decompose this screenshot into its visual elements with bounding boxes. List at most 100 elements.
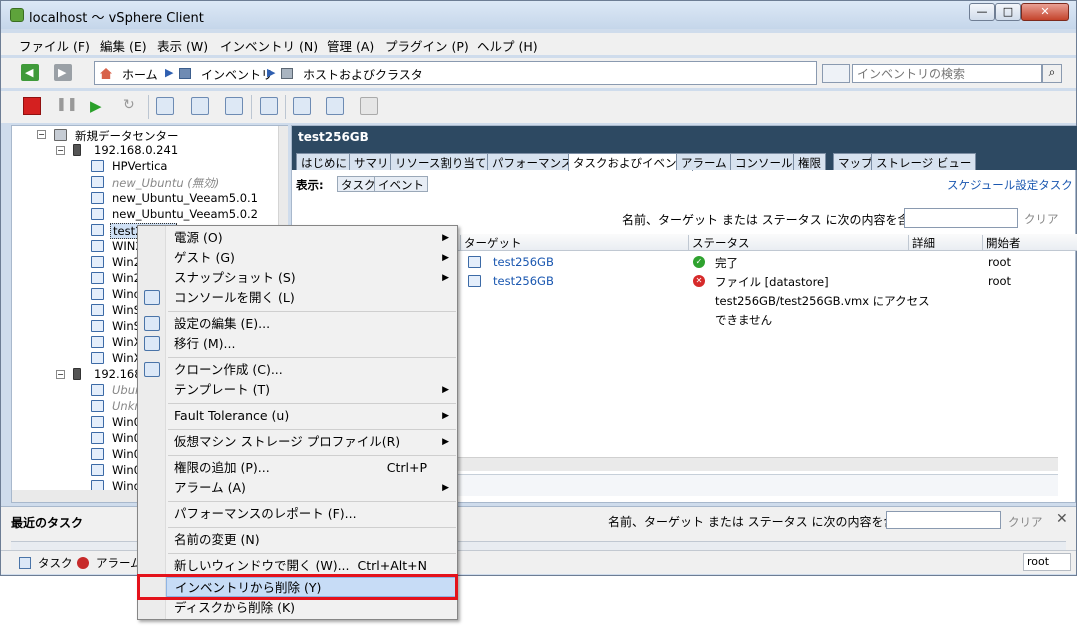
vm-context-menu: 電源 (O) ▶ ゲスト (G) ▶ スナップショット (S) ▶ コンソールを開く … <box>137 225 458 620</box>
column-status[interactable]: ステータス <box>688 235 750 251</box>
filter-input[interactable] <box>904 208 1018 228</box>
menu-delete-from-disk[interactable]: ディスクから削除 (K) <box>166 598 457 618</box>
power-on-icon[interactable]: ▶ <box>90 97 108 115</box>
tab-storage-views[interactable]: ストレージ ビュー <box>871 153 977 170</box>
vm-icon <box>91 464 104 476</box>
tree-datacenter[interactable]: 新規データセンター <box>75 128 179 144</box>
breadcrumb-inventory[interactable]: インベントリ <box>201 66 273 83</box>
tree-vm[interactable]: new_Ubuntu (無効) <box>112 175 219 191</box>
error-icon: ✕ <box>693 275 705 287</box>
snapshot-manager-icon[interactable] <box>225 97 243 115</box>
vm-icon <box>91 304 104 316</box>
breadcrumb-home[interactable]: ホーム <box>122 66 158 83</box>
tree-vm[interactable]: new_Ubuntu_Veeam5.0.1 <box>112 191 258 205</box>
column-target[interactable]: ターゲット <box>460 235 522 251</box>
tab-summary[interactable]: サマリ <box>349 153 394 170</box>
tree-vm[interactable]: new_Ubuntu_Veeam5.0.2 <box>112 207 258 221</box>
menu-performance-report[interactable]: パフォーマンスのレポート (F)... <box>166 504 457 524</box>
status-alarms[interactable]: アラーム <box>96 555 142 571</box>
menu-help[interactable]: ヘルプ (H) <box>477 36 538 55</box>
forward-button[interactable]: ▶ <box>54 64 72 81</box>
menu-power[interactable]: 電源 (O) ▶ <box>166 228 457 248</box>
menu-label: ゲスト (G) <box>174 250 235 265</box>
console-icon[interactable] <box>260 97 278 115</box>
tree-vm[interactable]: HPVertica <box>112 159 167 173</box>
tab-console[interactable]: コンソール <box>730 153 798 170</box>
menu-view[interactable]: 表示 (W) <box>157 36 208 55</box>
recent-clear-button[interactable]: クリア <box>1008 514 1043 530</box>
collapse-icon[interactable]: − <box>56 370 65 379</box>
menu-rename[interactable]: 名前の変更 (N) <box>166 530 457 550</box>
reset-icon[interactable]: ↻ <box>123 97 141 115</box>
view-events-button[interactable]: イベント <box>374 176 428 192</box>
recent-filter-label[interactable]: 名前、ターゲット または ステータス に次の内容を含む: ▾ <box>608 513 921 530</box>
table-horizontal-scrollbar[interactable] <box>458 457 1058 471</box>
menu-file[interactable]: ファイル (F) <box>19 36 90 55</box>
menu-migrate[interactable]: 移行 (M)... <box>166 334 457 354</box>
tab-getting-started[interactable]: はじめに <box>296 153 352 170</box>
column-details[interactable]: 詳細 <box>908 235 935 251</box>
menu-add-permission[interactable]: 権限の追加 (P)... Ctrl+P <box>166 458 457 478</box>
datacenter-icon <box>54 129 67 141</box>
menu-fault-tolerance[interactable]: Fault Tolerance (u) ▶ <box>166 406 457 426</box>
chevron-right-icon: ▶ <box>165 66 174 79</box>
menu-admin[interactable]: 管理 (A) <box>327 36 374 55</box>
collapse-icon[interactable]: − <box>56 146 65 155</box>
tab-permissions[interactable]: 権限 <box>793 153 826 170</box>
close-button[interactable]: ✕ <box>1021 3 1069 21</box>
filter-label[interactable]: 名前、ターゲット または ステータス に次の内容を含む: ▾ <box>622 211 935 228</box>
suspend-icon[interactable]: ❚❚ <box>56 97 78 115</box>
submenu-arrow-icon: ▶ <box>442 411 449 421</box>
menu-label: クローン作成 (C)... <box>174 362 283 377</box>
menu-icon-column <box>138 226 166 619</box>
object-title: test256GB <box>298 130 369 144</box>
row-target-link[interactable]: test256GB <box>493 274 554 288</box>
menu-open-console[interactable]: コンソールを開く (L) <box>166 288 457 308</box>
search-scope-dropdown[interactable] <box>822 64 850 83</box>
tree-host[interactable]: 192.168.0.241 <box>94 143 178 157</box>
menu-guest[interactable]: ゲスト (G) ▶ <box>166 248 457 268</box>
migrate-icon <box>144 336 160 351</box>
collapse-icon[interactable]: − <box>37 130 46 139</box>
minimize-button[interactable]: — <box>969 3 995 21</box>
snapshot-icon[interactable] <box>156 97 174 115</box>
menu-label: パフォーマンスのレポート (F)... <box>174 506 357 521</box>
row-target-link[interactable]: test256GB <box>493 255 554 269</box>
column-initiator[interactable]: 開始者 <box>982 235 1021 251</box>
search-icon[interactable]: ⌕ <box>1042 64 1062 83</box>
tab-performance[interactable]: パフォーマンス <box>487 153 578 170</box>
chevron-right-icon: ▶ <box>267 66 276 79</box>
menu-snapshot[interactable]: スナップショット (S) ▶ <box>166 268 457 288</box>
menu-edit[interactable]: 編集 (E) <box>100 36 147 55</box>
back-button[interactable]: ◀ <box>21 64 39 81</box>
submenu-arrow-icon: ▶ <box>442 437 449 447</box>
arrow-right-icon: ▶ <box>58 66 67 79</box>
power-off-icon[interactable] <box>23 97 41 115</box>
menu-open-new-window[interactable]: 新しいウィンドウで開く (W)... Ctrl+Alt+N <box>166 556 457 576</box>
inventory-search-input[interactable] <box>852 64 1042 83</box>
migrate-icon[interactable] <box>360 97 378 115</box>
menu-template[interactable]: テンプレート (T) ▶ <box>166 380 457 400</box>
toolbar: ❚❚ ▶ ↻ <box>1 91 1076 123</box>
revert-snapshot-icon[interactable] <box>191 97 209 115</box>
menu-clone[interactable]: クローン作成 (C)... <box>166 360 457 380</box>
tab-resource-allocation[interactable]: リソース割り当て <box>390 153 492 170</box>
menu-alarm[interactable]: アラーム (A) ▶ <box>166 478 457 498</box>
menu-separator <box>168 429 456 430</box>
tools-icon[interactable] <box>326 97 344 115</box>
breadcrumb-hosts-clusters[interactable]: ホストおよびクラスタ <box>303 66 423 83</box>
vm-icon <box>91 256 104 268</box>
recent-filter-input[interactable] <box>886 511 1001 529</box>
menu-inventory[interactable]: インベントリ (N) <box>220 36 318 55</box>
menu-plugins[interactable]: プラグイン (P) <box>385 36 469 55</box>
scheduled-tasks-link[interactable]: スケジュール設定タスク <box>947 177 1073 193</box>
tab-tasks-events[interactable]: タスクおよびイベント <box>568 153 693 171</box>
tab-alarms[interactable]: アラーム <box>676 153 732 170</box>
menu-storage-profile[interactable]: 仮想マシン ストレージ プロファイル(R) ▶ <box>166 432 457 452</box>
maximize-button[interactable]: □ <box>995 3 1021 21</box>
filter-clear-button[interactable]: クリア <box>1024 211 1059 227</box>
status-tasks[interactable]: タスク <box>38 555 73 571</box>
close-icon[interactable]: ✕ <box>1056 511 1068 527</box>
menu-edit-settings[interactable]: 設定の編集 (E)... <box>166 314 457 334</box>
edit-settings-icon[interactable] <box>293 97 311 115</box>
